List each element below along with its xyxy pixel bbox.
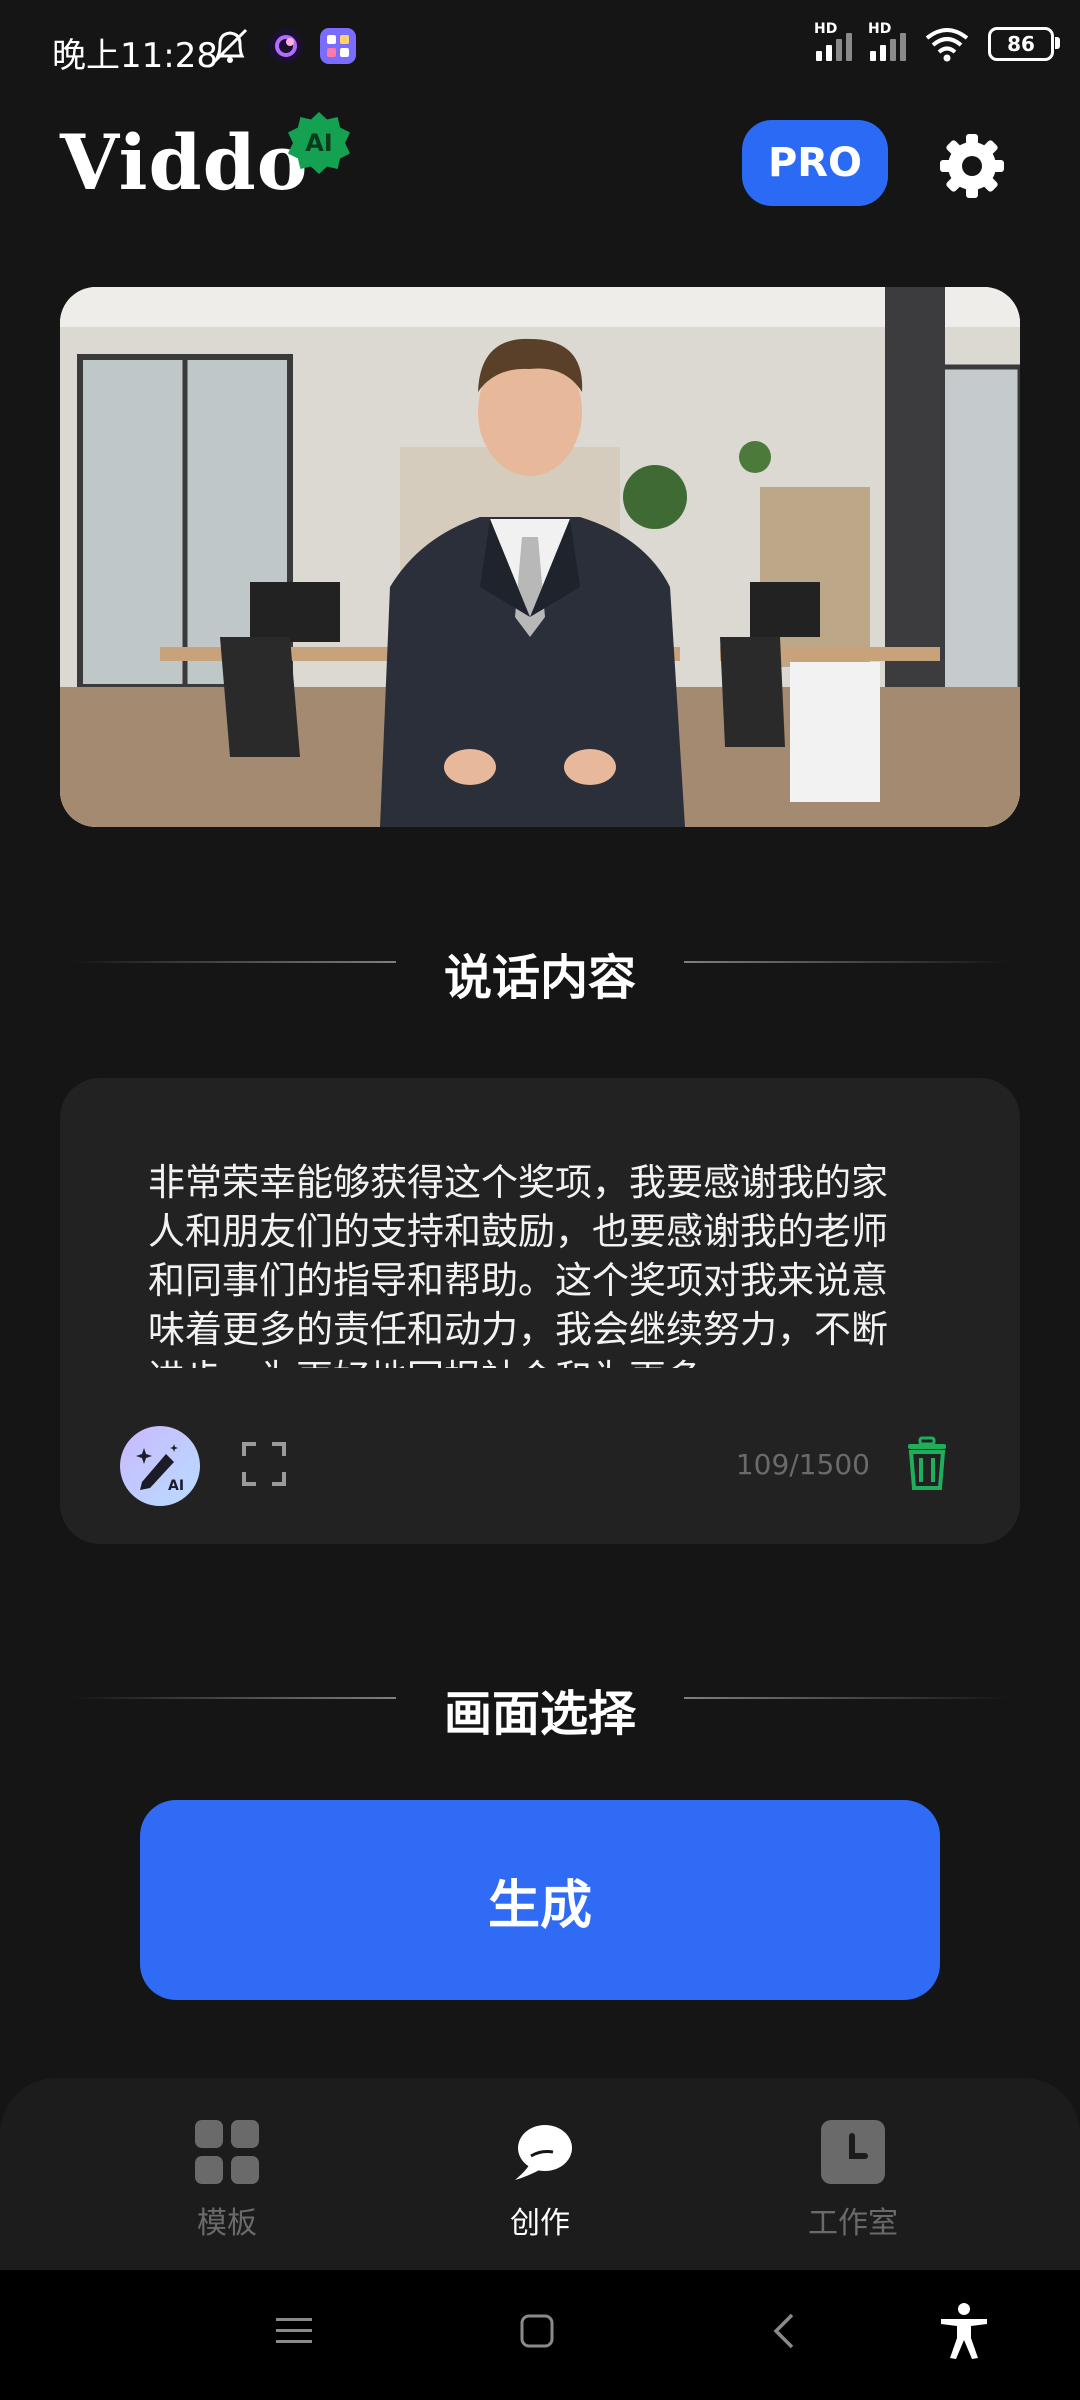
menu-icon[interactable] (276, 2316, 312, 2346)
speech-section-title: 说话内容 (443, 950, 636, 1006)
app-notification-icon (269, 29, 303, 63)
nav-label-studio: 工作室 (808, 2206, 898, 2241)
nav-item-studio[interactable]: 工作室 (753, 2120, 953, 2242)
back-icon[interactable] (772, 2312, 796, 2350)
mute-bell-icon (212, 28, 248, 64)
scene-section-title: 画面选择 (443, 1686, 636, 1742)
cellular-signal-icon-2: HD (868, 21, 906, 61)
wifi-icon (925, 28, 969, 62)
ai-edit-button[interactable]: AI (120, 1426, 200, 1506)
accessibility-icon[interactable] (938, 2302, 990, 2360)
status-notification-icons (208, 26, 356, 66)
trash-delete-icon[interactable] (902, 1436, 952, 1492)
divider-right-2 (684, 1697, 1010, 1699)
nav-item-templates[interactable]: 模板 (127, 2120, 327, 2242)
cellular-signal-icon: HD (814, 21, 852, 61)
avatar-preview-image[interactable] (60, 287, 1020, 827)
speech-text-input[interactable]: 非常荣幸能够获得这个奖项，我要感谢我的家人和朋友们的支持和鼓励，也要感谢我的老师… (148, 1158, 920, 1368)
fullscreen-expand-icon[interactable] (240, 1440, 288, 1488)
app-grid-notification-icon (320, 28, 356, 64)
nav-label-templates: 模板 (197, 2206, 257, 2241)
generate-button[interactable]: 生成 (140, 1800, 940, 2000)
settings-gear-icon[interactable] (936, 130, 1008, 202)
nav-item-create[interactable]: 创作 (440, 2120, 640, 2242)
battery-indicator: 86 (988, 27, 1060, 61)
grid-icon (195, 2120, 259, 2184)
status-time: 晚上11:28 (52, 36, 218, 76)
app-logo: Viddo (60, 118, 309, 207)
divider-right (684, 961, 1010, 963)
svg-text:AI: AI (168, 1478, 184, 1494)
nav-label-create: 创作 (510, 2206, 570, 2241)
pro-button[interactable]: PRO (742, 120, 888, 206)
home-icon[interactable] (520, 2314, 554, 2348)
chat-bubble-icon (515, 2125, 572, 2180)
clock-icon (821, 2120, 885, 2184)
office-scene-illustration (60, 287, 1020, 827)
character-counter: 109/1500 (735, 1448, 870, 1481)
status-system-icons: HD HD 86 (814, 21, 1060, 62)
ai-magic-pen-icon: AI (136, 1444, 184, 1494)
